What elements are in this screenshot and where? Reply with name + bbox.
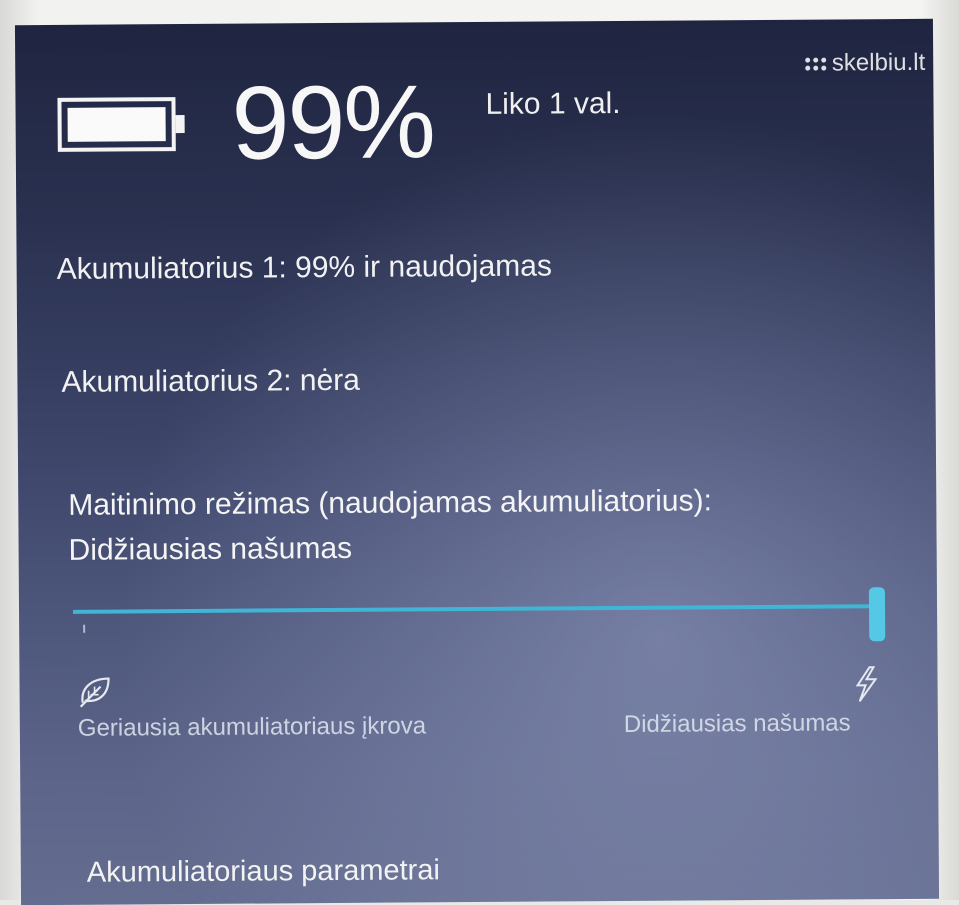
slider-tick (83, 624, 86, 633)
watermark-logo-icon (804, 57, 826, 71)
battery-icon (57, 97, 185, 152)
watermark: skelbiu.lt (804, 48, 926, 78)
slider-thumb[interactable] (868, 587, 886, 642)
battery-settings-link[interactable]: Akumuliatoriaus parametrai (87, 854, 440, 889)
watermark-text: skelbiu.lt (831, 48, 926, 77)
leaf-icon (79, 677, 110, 708)
power-mode-section: Maitinimo režimas (naudojamas akumuliato… (68, 478, 712, 572)
power-mode-slider[interactable] (73, 587, 886, 655)
battery-1-status: Akumuliatorius 1: 99% ir naudojamas (56, 249, 552, 286)
slider-min-label: Geriausia akumuliatoriaus įkrova (77, 712, 427, 742)
battery-tip (175, 115, 185, 134)
slider-max-label: Didžiausias našumas (623, 709, 851, 738)
battery-fill (67, 107, 166, 142)
battery-2-status: Akumuliatorius 2: nėra (61, 363, 361, 399)
battery-percentage: 99% (231, 64, 435, 182)
time-remaining: Liko 1 val. (485, 86, 621, 121)
lightning-bolt-icon (855, 666, 878, 702)
slider-track[interactable] (73, 604, 874, 614)
power-mode-current: Didžiausias našumas (68, 531, 353, 567)
battery-flyout: 99% Liko 1 val. skelbiu.lt Akumuliatoriu… (14, 18, 940, 905)
power-mode-label: Maitinimo režimas (naudojamas akumuliato… (68, 484, 712, 522)
